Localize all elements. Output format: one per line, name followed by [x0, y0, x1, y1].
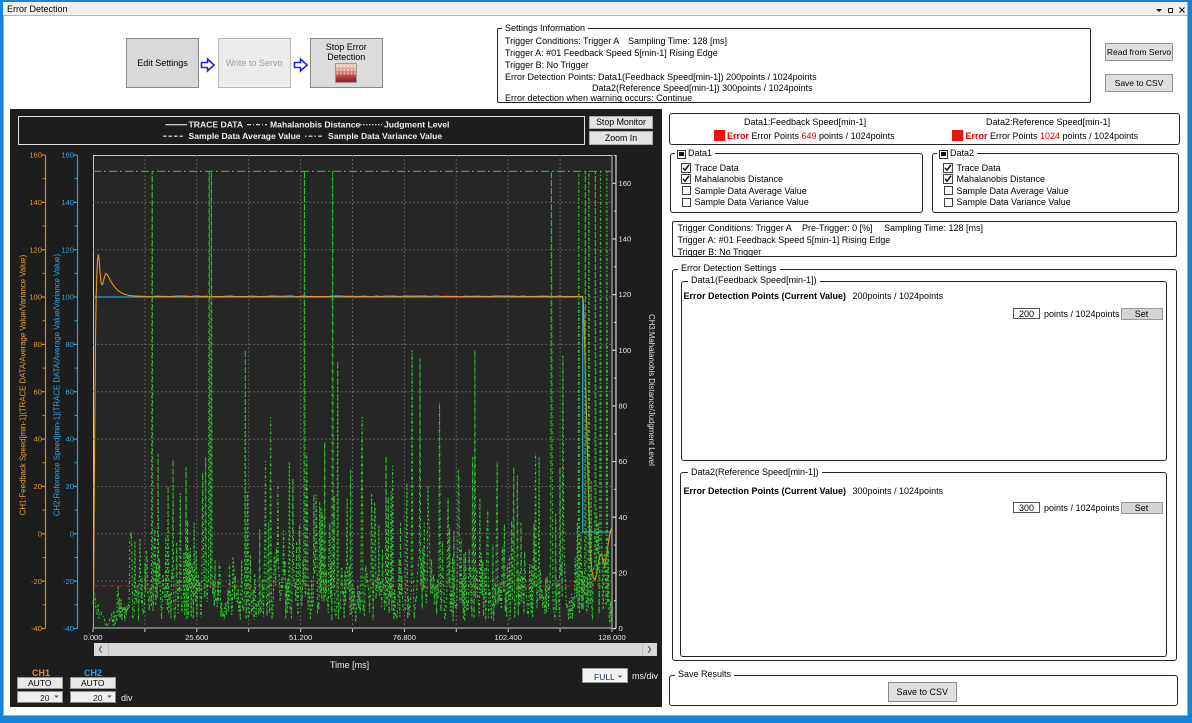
- svg-text:40: 40: [619, 513, 627, 522]
- svg-text:40: 40: [34, 435, 42, 444]
- svg-text:80: 80: [34, 340, 42, 349]
- svg-text:60: 60: [619, 457, 627, 466]
- svg-text:20: 20: [66, 482, 74, 491]
- svg-text:76.800: 76.800: [393, 633, 416, 642]
- svg-text:Sample Data Variance Value: Sample Data Variance Value: [328, 131, 442, 141]
- svg-text:-40: -40: [31, 624, 42, 633]
- svg-text:0: 0: [619, 624, 623, 633]
- svg-text:CH1:Feedback Speed[min-1](TRAC: CH1:Feedback Speed[min-1](TRACE DATA/Ave…: [19, 254, 28, 515]
- svg-text:100: 100: [29, 293, 42, 302]
- svg-text:40: 40: [66, 435, 74, 444]
- svg-text:120: 120: [29, 245, 42, 254]
- svg-text:Mahalanobis Distance: Mahalanobis Distance: [270, 120, 360, 130]
- svg-text:-20: -20: [63, 577, 74, 586]
- svg-text:100: 100: [619, 346, 632, 355]
- svg-text:140: 140: [619, 235, 632, 244]
- svg-text:60: 60: [34, 387, 42, 396]
- svg-text:CH2:Reference Speed[min-1](TRA: CH2:Reference Speed[min-1](TRACE DATA/Av…: [53, 254, 62, 517]
- svg-text:120: 120: [61, 245, 74, 254]
- svg-text:TRACE DATA: TRACE DATA: [189, 120, 244, 130]
- svg-text:140: 140: [61, 198, 74, 207]
- svg-text:0.000: 0.000: [83, 633, 102, 642]
- svg-text:-40: -40: [63, 624, 74, 633]
- svg-text:20: 20: [619, 568, 627, 577]
- svg-text:140: 140: [29, 198, 42, 207]
- svg-text:51.200: 51.200: [289, 633, 312, 642]
- svg-text:0: 0: [70, 529, 74, 538]
- svg-text:128.000: 128.000: [598, 633, 625, 642]
- svg-text:CH3:Mahalanobis Distance/Judgm: CH3:Mahalanobis Distance/Judgment Level: [647, 314, 656, 466]
- svg-text:102.400: 102.400: [494, 633, 521, 642]
- svg-text:0: 0: [38, 529, 42, 538]
- svg-text:160: 160: [29, 151, 42, 160]
- svg-text:-20: -20: [31, 577, 42, 586]
- svg-text:60: 60: [66, 387, 74, 396]
- svg-text:120: 120: [619, 290, 632, 299]
- svg-text:80: 80: [66, 340, 74, 349]
- svg-text:160: 160: [619, 179, 632, 188]
- svg-text:Judgment Level: Judgment Level: [384, 120, 449, 130]
- svg-text:160: 160: [61, 151, 74, 160]
- svg-text:25.600: 25.600: [185, 633, 208, 642]
- svg-text:80: 80: [619, 402, 627, 411]
- svg-text:100: 100: [61, 293, 74, 302]
- svg-text:Sample Data Average Value: Sample Data Average Value: [189, 131, 301, 141]
- svg-text:20: 20: [34, 482, 42, 491]
